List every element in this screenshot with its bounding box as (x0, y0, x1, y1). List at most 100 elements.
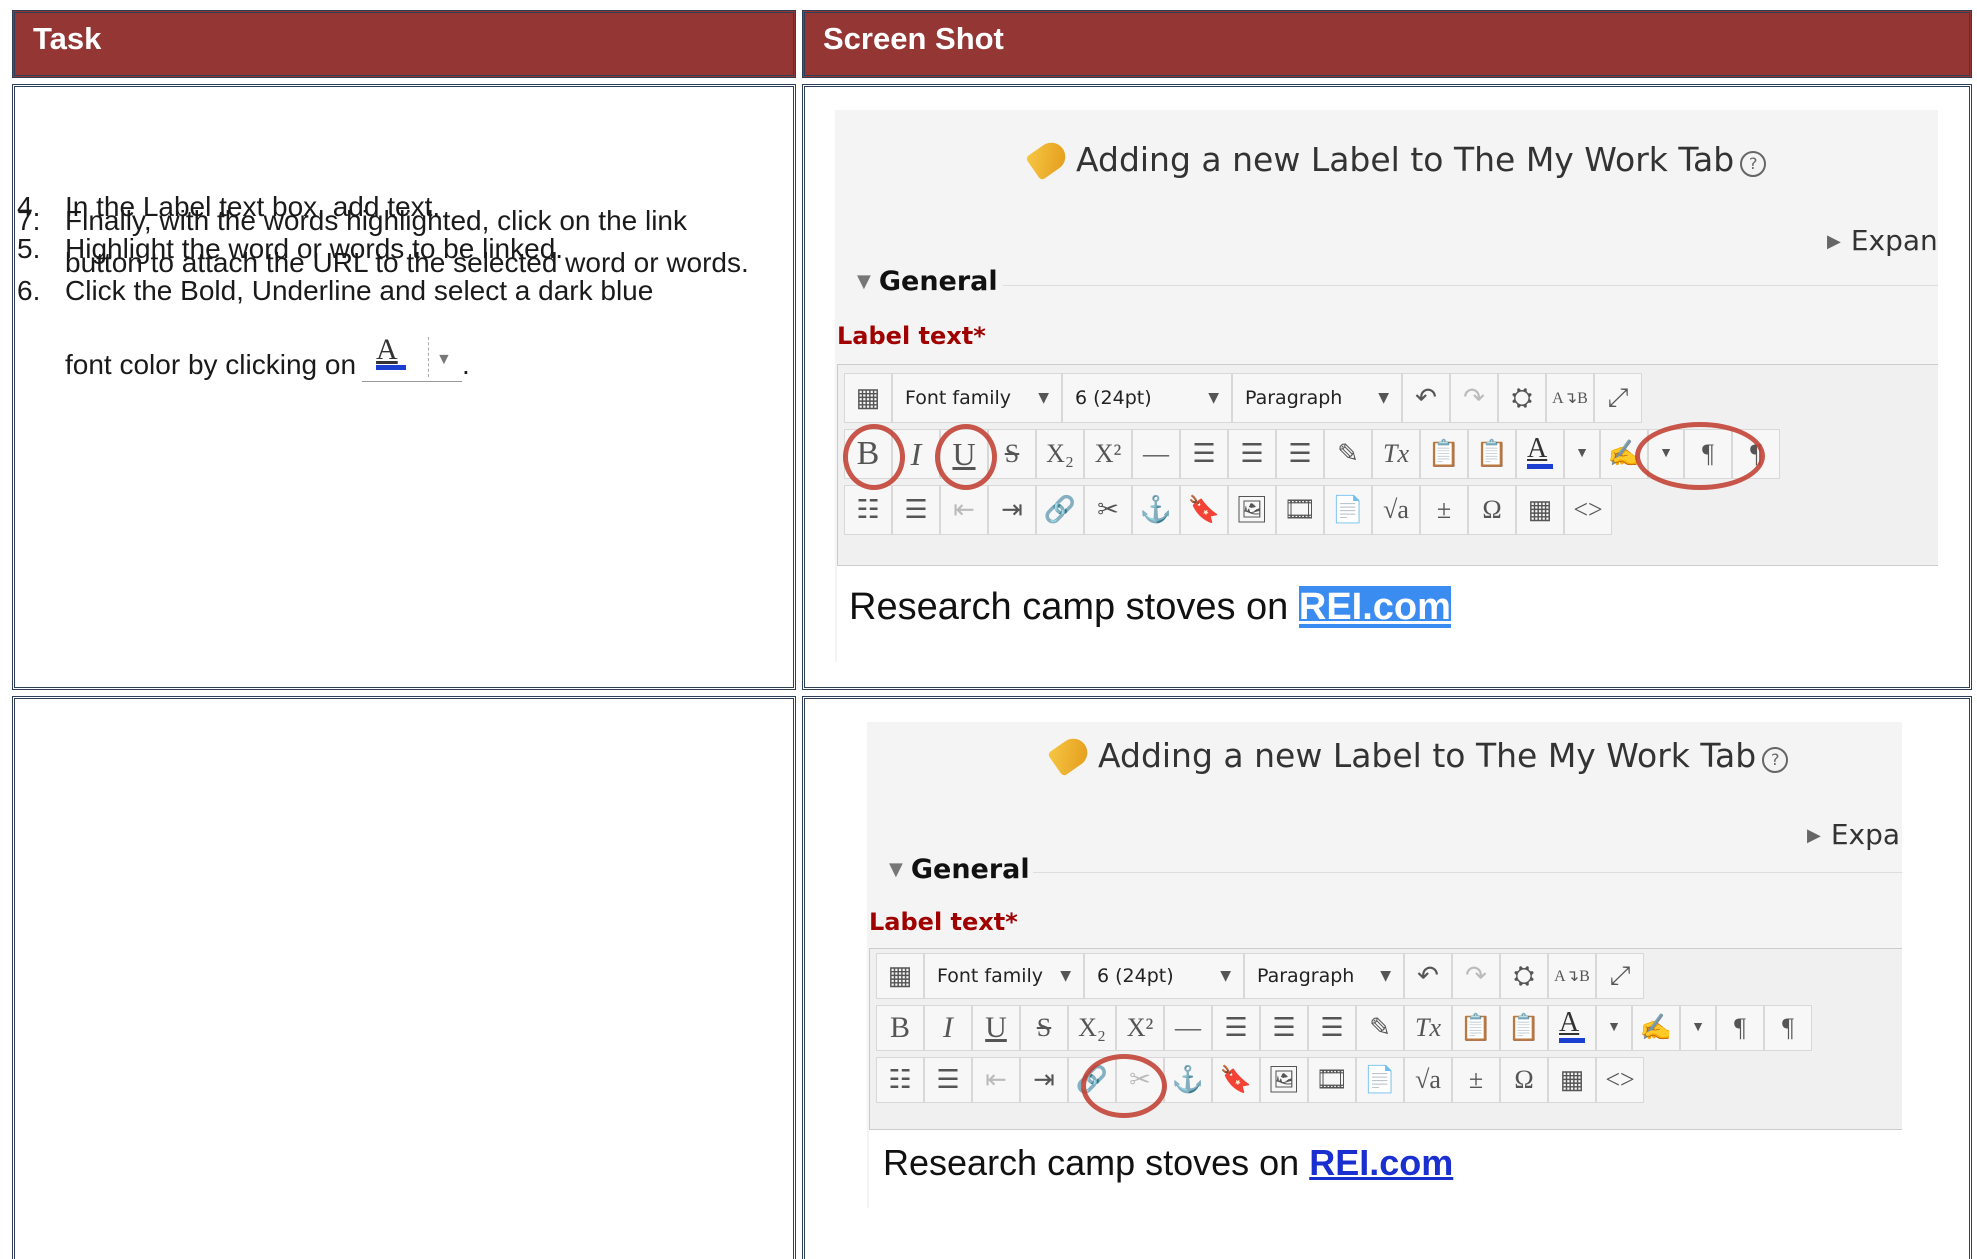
html-source-button[interactable]: <> (1564, 485, 1612, 535)
paste-text-icon[interactable]: 📋 (1452, 1005, 1500, 1051)
fullscreen-icon[interactable]: ⤢ (1594, 373, 1642, 423)
editor-content[interactable]: Research camp stoves on REI.com (837, 566, 1938, 662)
equation-button[interactable]: √a (1372, 485, 1420, 535)
toolbar-toggle-icon[interactable]: ▦ (844, 373, 892, 423)
special-char-icon[interactable]: ± (1452, 1057, 1500, 1103)
text-color-button[interactable]: A (1548, 1005, 1596, 1051)
bookmark-icon[interactable]: 🔖 (1212, 1057, 1260, 1103)
image-icon[interactable]: 🖼 (1228, 485, 1276, 535)
triangle-right-icon: ▶ (1807, 825, 1821, 846)
find-icon[interactable]: ⛭ (1500, 953, 1548, 999)
paste-text-icon[interactable]: 📋 (1420, 429, 1468, 479)
strikethrough-button[interactable]: S (1020, 1005, 1068, 1051)
superscript-button[interactable]: X² (1084, 429, 1132, 479)
paragraph-select[interactable]: Paragraph ▼ (1232, 373, 1402, 423)
font-size-select[interactable]: 6 (24pt) ▼ (1062, 373, 1232, 423)
form-title: Adding a new Label to The My Work Tab? (1047, 733, 1789, 777)
paste-word-icon[interactable]: 📋 (1468, 429, 1516, 479)
special-char-icon[interactable]: ± (1420, 485, 1468, 535)
indent-icon[interactable]: ⇥ (988, 485, 1036, 535)
replace-icon[interactable]: A↴B (1546, 373, 1594, 423)
indent-icon[interactable]: ⇥ (1020, 1057, 1068, 1103)
align-left-button[interactable]: ☰ (1212, 1005, 1260, 1051)
background-color-icon[interactable]: ✍ (1632, 1005, 1680, 1051)
form-title: Adding a new Label to The My Work Tab? (1025, 137, 1767, 181)
annotation-circle-link (1081, 1054, 1167, 1118)
subscript-button[interactable]: X₂ (1036, 429, 1084, 479)
toolbar-toggle-icon[interactable]: ▦ (876, 953, 924, 999)
screenshot-panel-2: Adding a new Label to The My Work Tab? ▶… (867, 722, 1902, 1208)
equation-button[interactable]: √a (1404, 1057, 1452, 1103)
help-icon[interactable]: ? (1762, 747, 1789, 773)
background-color-dropdown[interactable]: ▼ (1680, 1005, 1716, 1051)
text-color-button[interactable]: A (1516, 429, 1564, 479)
table-icon[interactable]: ▦ (1548, 1057, 1596, 1103)
chevron-down-icon: ▼ (1378, 390, 1389, 406)
font-family-select[interactable]: Font family ▼ (924, 953, 1084, 999)
bullet-list-icon[interactable]: ☷ (844, 485, 892, 535)
align-left-button[interactable]: ☰ (1180, 429, 1228, 479)
rtl-button[interactable]: ¶ (1764, 1005, 1812, 1051)
bold-button[interactable]: B (876, 1005, 924, 1051)
subscript-button[interactable]: X₂ (1068, 1005, 1116, 1051)
align-right-button[interactable]: ☰ (1276, 429, 1324, 479)
align-right-button[interactable]: ☰ (1308, 1005, 1356, 1051)
outdent-icon[interactable]: ⇤ (940, 485, 988, 535)
text-color-dropdown[interactable]: ▼ (1564, 429, 1600, 479)
omega-button[interactable]: Ω (1500, 1057, 1548, 1103)
omega-button[interactable]: Ω (1468, 485, 1516, 535)
unlink-icon[interactable]: ✂ (1084, 485, 1132, 535)
expand-all-link[interactable]: ▶Expar (1807, 818, 1902, 851)
paste-word-icon[interactable]: 📋 (1500, 1005, 1548, 1051)
fullscreen-icon[interactable]: ⤢ (1596, 953, 1644, 999)
editor-content[interactable]: Research camp stoves on REI.com (869, 1130, 1902, 1208)
bullet-list-icon[interactable]: ☷ (876, 1057, 924, 1103)
align-center-button[interactable]: ☰ (1260, 1005, 1308, 1051)
label-text-label: Label text* (837, 322, 986, 350)
clear-format-button[interactable]: Tx (1372, 429, 1420, 479)
redo-button[interactable]: ↷ (1450, 373, 1498, 423)
label-tag-icon (1025, 137, 1071, 181)
image-icon[interactable]: 🖼 (1260, 1057, 1308, 1103)
media-icon[interactable]: 🎞 (1276, 485, 1324, 535)
section-general[interactable]: ▼ General (857, 266, 998, 297)
undo-button[interactable]: ↶ (1402, 373, 1450, 423)
brush-icon[interactable]: ✎ (1324, 429, 1372, 479)
horizontal-rule-button[interactable]: — (1164, 1005, 1212, 1051)
header-screenshot: Screen Shot (802, 10, 1972, 78)
manage-files-icon[interactable]: 📄 (1356, 1057, 1404, 1103)
numbered-list-icon[interactable]: ☰ (892, 485, 940, 535)
text-color-dropdown[interactable]: ▼ (1596, 1005, 1632, 1051)
brush-icon[interactable]: ✎ (1356, 1005, 1404, 1051)
table-icon[interactable]: ▦ (1516, 485, 1564, 535)
link-icon[interactable]: 🔗 (1036, 485, 1084, 535)
font-size-select[interactable]: 6 (24pt) ▼ (1084, 953, 1244, 999)
replace-icon[interactable]: A↴B (1548, 953, 1596, 999)
numbered-list-icon[interactable]: ☰ (924, 1057, 972, 1103)
redo-button[interactable]: ↷ (1452, 953, 1500, 999)
text-color-icon: A (1525, 433, 1555, 471)
underline-button[interactable]: U (972, 1005, 1020, 1051)
italic-button[interactable]: I (924, 1005, 972, 1051)
anchor-link-icon[interactable]: ⚓ (1132, 485, 1180, 535)
ltr-button[interactable]: ¶ (1716, 1005, 1764, 1051)
anchor-link-icon[interactable]: ⚓ (1164, 1057, 1212, 1103)
expand-all-link[interactable]: ▶ Expan (1827, 224, 1938, 257)
help-icon[interactable]: ? (1740, 151, 1767, 177)
find-icon[interactable]: ⛭ (1498, 373, 1546, 423)
superscript-button[interactable]: X² (1116, 1005, 1164, 1051)
toolbar-row-1: ▦ Font family ▼ 6 (24pt) ▼ Paragraph ▼ ↶ ↷ … (844, 373, 1642, 423)
clear-format-button[interactable]: Tx (1404, 1005, 1452, 1051)
manage-files-icon[interactable]: 📄 (1324, 485, 1372, 535)
media-icon[interactable]: 🎞 (1308, 1057, 1356, 1103)
outdent-icon[interactable]: ⇤ (972, 1057, 1020, 1103)
html-source-button[interactable]: <> (1596, 1057, 1644, 1103)
undo-button[interactable]: ↶ (1404, 953, 1452, 999)
align-center-button[interactable]: ☰ (1228, 429, 1276, 479)
paragraph-select[interactable]: Paragraph ▼ (1244, 953, 1404, 999)
bookmark-icon[interactable]: 🔖 (1180, 485, 1228, 535)
linked-text: REI.com (1309, 1142, 1454, 1183)
horizontal-rule-button[interactable]: — (1132, 429, 1180, 479)
font-family-select[interactable]: Font family ▼ (892, 373, 1062, 423)
section-general[interactable]: ▼ General (889, 854, 1030, 885)
